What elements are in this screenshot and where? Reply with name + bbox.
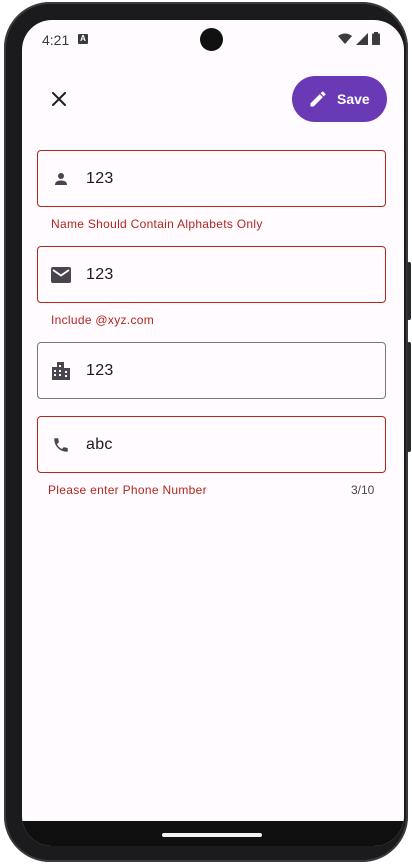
- email-error-text: Include @xyz.com: [51, 313, 155, 327]
- email-field-value: 123: [86, 265, 114, 283]
- phone-icon: [50, 434, 72, 456]
- status-icons: [338, 32, 380, 45]
- battery-icon: [372, 32, 380, 45]
- volume-button: [407, 262, 411, 320]
- screen: 4:21 A Save 123 Name Should Contain Alph…: [22, 20, 404, 846]
- home-indicator[interactable]: [162, 833, 262, 837]
- phone-error-text: Please enter Phone Number: [48, 483, 207, 497]
- camera-cutout: [200, 28, 223, 51]
- signal-icon: [356, 32, 368, 45]
- company-field-value: 123: [86, 361, 114, 379]
- building-icon: [50, 360, 72, 382]
- notification-a-icon: A: [78, 34, 88, 44]
- person-icon: [50, 168, 72, 190]
- mail-icon: [50, 264, 72, 286]
- close-button[interactable]: [44, 84, 74, 114]
- save-button[interactable]: Save: [292, 76, 387, 122]
- wifi-icon: [338, 33, 352, 44]
- gesture-nav-bar: [22, 821, 404, 846]
- name-error-text: Name Should Contain Alphabets Only: [51, 217, 263, 231]
- pencil-icon: [310, 91, 326, 107]
- email-field[interactable]: 123: [37, 246, 386, 303]
- name-field-value: 123: [86, 169, 114, 187]
- phone-field-value: abc: [86, 435, 113, 453]
- phone-frame: 4:21 A Save 123 Name Should Contain Alph…: [4, 2, 411, 862]
- save-label: Save: [337, 91, 370, 107]
- name-field[interactable]: 123: [37, 150, 386, 207]
- status-bar: 4:21 A: [22, 20, 404, 60]
- power-button: [407, 342, 411, 452]
- phone-field[interactable]: abc: [37, 416, 386, 473]
- close-icon: [52, 92, 66, 106]
- status-time: 4:21: [42, 32, 70, 48]
- company-field[interactable]: 123: [37, 342, 386, 399]
- phone-char-counter: 3/10: [351, 483, 375, 497]
